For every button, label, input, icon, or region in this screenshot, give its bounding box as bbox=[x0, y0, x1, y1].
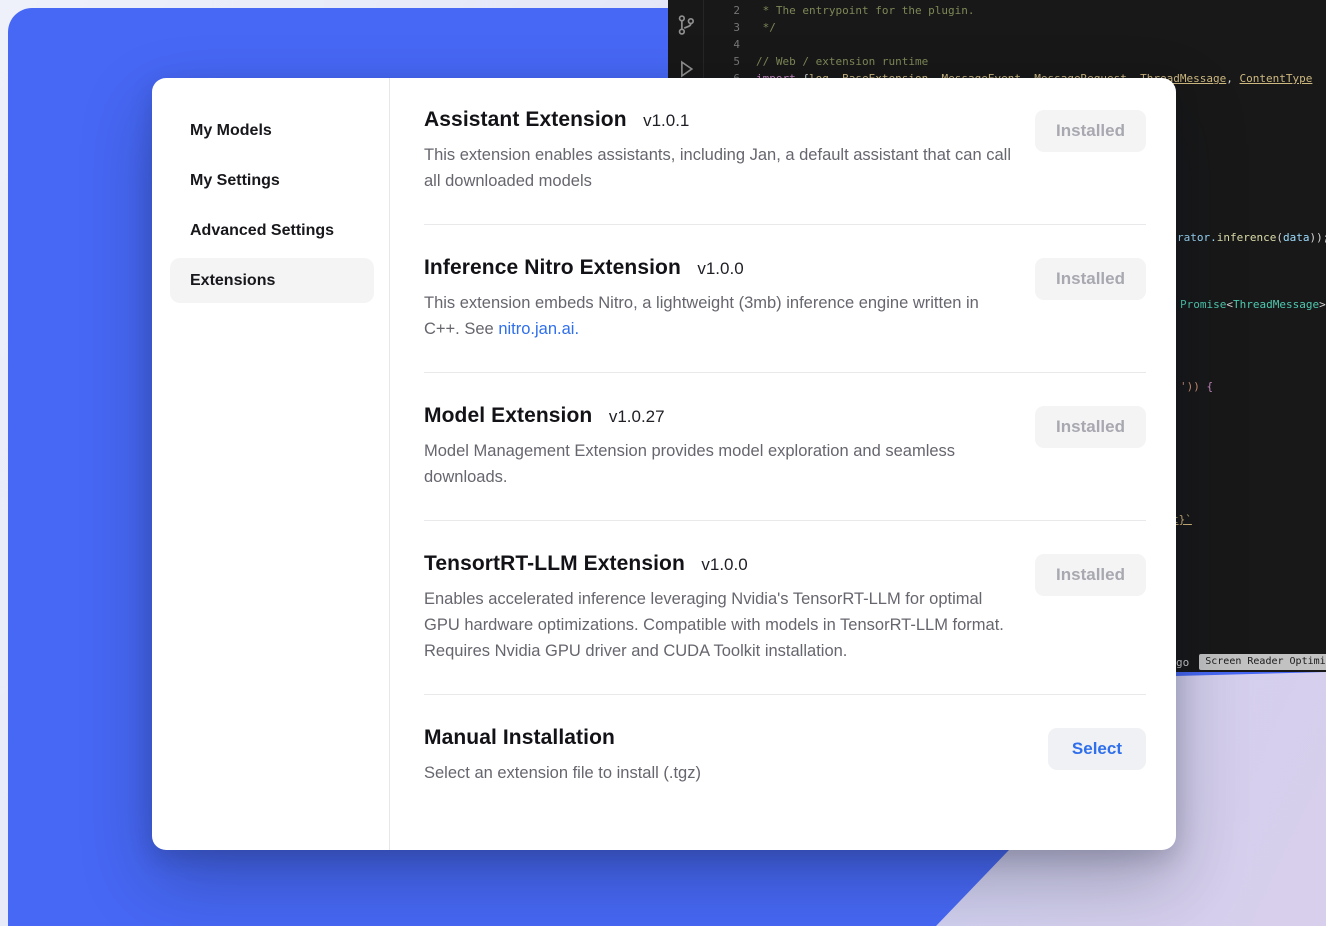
extension-title: Inference Nitro Extension bbox=[424, 256, 681, 279]
extension-row-assistant: Assistant Extension v1.0.1 This extensio… bbox=[424, 108, 1146, 224]
manual-installation-row: Manual Installation Select an extension … bbox=[424, 694, 1146, 816]
extension-description: This extension embeds Nitro, a lightweig… bbox=[424, 290, 1016, 342]
extension-title: Assistant Extension bbox=[424, 108, 627, 131]
extension-row-tensortrt-llm: TensortRT-LLM Extension v1.0.0 Enables a… bbox=[424, 520, 1146, 694]
extension-version: v1.0.0 bbox=[701, 555, 747, 574]
installed-button[interactable]: Installed bbox=[1035, 406, 1146, 448]
code-line: 2 * The entrypoint for the plugin. bbox=[704, 2, 1326, 19]
source-control-icon[interactable] bbox=[675, 14, 697, 36]
extension-row-model: Model Extension v1.0.27 Model Management… bbox=[424, 372, 1146, 520]
extension-version: v1.0.0 bbox=[697, 259, 743, 278]
line-number: 5 bbox=[704, 53, 740, 70]
screen-reader-status-badge[interactable]: Screen Reader Optimize bbox=[1199, 654, 1326, 670]
extension-version: v1.0.1 bbox=[643, 111, 689, 130]
code-fragment: rator.inference(data)); bbox=[1177, 229, 1326, 246]
editor-code-area: 2 * The entrypoint for the plugin. 3 */ … bbox=[704, 2, 1326, 87]
extensions-panel: Assistant Extension v1.0.1 This extensio… bbox=[390, 78, 1176, 850]
settings-sidebar: My Models My Settings Advanced Settings … bbox=[152, 78, 390, 850]
nitro-jan-ai-link[interactable]: nitro.jan.ai. bbox=[498, 320, 579, 338]
status-text: go bbox=[1176, 654, 1189, 671]
code-line: 4 bbox=[704, 36, 1326, 53]
installed-button[interactable]: Installed bbox=[1035, 554, 1146, 596]
settings-modal: My Models My Settings Advanced Settings … bbox=[152, 78, 1176, 850]
code-fragment: Promise<ThreadMessage> bbox=[1180, 296, 1326, 313]
extension-description: Model Management Extension provides mode… bbox=[424, 438, 1016, 490]
sidebar-item-my-settings[interactable]: My Settings bbox=[170, 158, 374, 203]
code-fragment: ')) { bbox=[1180, 378, 1213, 395]
sidebar-item-extensions[interactable]: Extensions bbox=[170, 258, 374, 303]
installed-button[interactable]: Installed bbox=[1035, 110, 1146, 152]
extension-description: This extension enables assistants, inclu… bbox=[424, 142, 1016, 194]
code-line: 5 // Web / extension runtime bbox=[704, 53, 1326, 70]
extension-title: Model Extension bbox=[424, 404, 592, 427]
desktop: 2 * The entrypoint for the plugin. 3 */ … bbox=[0, 0, 1326, 926]
code-line: 3 */ bbox=[704, 19, 1326, 36]
extension-description: Enables accelerated inference leveraging… bbox=[424, 586, 1016, 664]
line-number: 3 bbox=[704, 19, 740, 36]
sidebar-item-advanced-settings[interactable]: Advanced Settings bbox=[170, 208, 374, 253]
manual-installation-title: Manual Installation bbox=[424, 726, 615, 749]
extension-title: TensortRT-LLM Extension bbox=[424, 552, 685, 575]
manual-installation-description: Select an extension file to install (.tg… bbox=[424, 760, 1016, 786]
extension-version: v1.0.27 bbox=[609, 407, 665, 426]
installed-button[interactable]: Installed bbox=[1035, 258, 1146, 300]
line-number: 4 bbox=[704, 36, 740, 53]
select-file-button[interactable]: Select bbox=[1048, 728, 1146, 770]
run-debug-icon[interactable] bbox=[675, 58, 697, 80]
line-number: 2 bbox=[704, 2, 740, 19]
sidebar-item-my-models[interactable]: My Models bbox=[170, 108, 374, 153]
extension-row-inference-nitro: Inference Nitro Extension v1.0.0 This ex… bbox=[424, 224, 1146, 372]
